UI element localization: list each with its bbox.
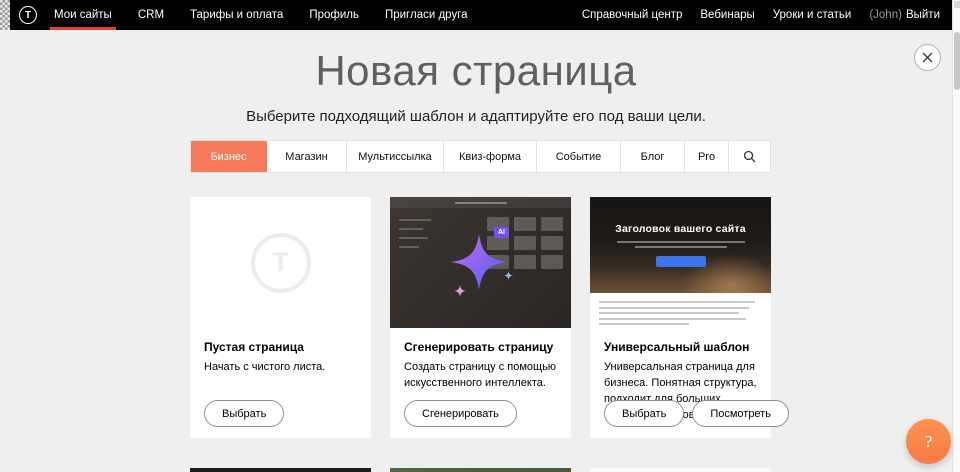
ai-preview-topbar: [390, 197, 571, 208]
logout-label: Выйти: [906, 9, 940, 21]
card-buttons: Выбрать: [204, 400, 284, 427]
app-root: T Мои сайты CRM Тарифы и оплата Профиль …: [0, 0, 960, 472]
tab-store[interactable]: Магазин: [267, 141, 347, 172]
nav-webinars[interactable]: Вебинары: [698, 9, 756, 21]
universal-preview-text: [590, 293, 771, 325]
card-title: Сгенерировать страницу: [404, 340, 557, 354]
preview-subtext-line: [617, 241, 745, 243]
tilda-logo-letter: T: [25, 10, 31, 21]
blank-preview: T: [190, 197, 371, 328]
scrollbar-up-button[interactable]: [954, 1, 960, 8]
card-buttons: Сгенерировать: [404, 400, 517, 427]
topbar: T Мои сайты CRM Тарифы и оплата Профиль …: [10, 0, 952, 30]
template-card-next[interactable]: [190, 468, 371, 472]
nav-profile[interactable]: Профиль: [305, 0, 363, 30]
scrollbar-track[interactable]: [952, 0, 960, 472]
next-template-row: [190, 468, 771, 472]
topbar-right-nav: Справочный центр Вебинары Уроки и статьи…: [580, 9, 942, 21]
scrollbar-thumb[interactable]: [954, 32, 960, 90]
universal-preview: Заголовок вашего сайта: [590, 197, 771, 328]
tab-pro[interactable]: Pro: [685, 141, 729, 172]
preview-cta-button: [656, 256, 706, 267]
card-body: Сгенерировать страницу Создать страницу …: [390, 328, 571, 392]
ai-preview: AI: [390, 197, 571, 328]
universal-preview-hero: Заголовок вашего сайта: [590, 197, 771, 293]
view-universal-button[interactable]: Посмотреть: [692, 400, 789, 427]
tab-blog[interactable]: Блог: [621, 141, 685, 172]
nav-logout[interactable]: (John) Выйти: [867, 9, 942, 21]
help-button[interactable]: ?: [906, 419, 951, 464]
small-sparkle-icon: [504, 271, 513, 280]
nav-lessons[interactable]: Уроки и статьи: [771, 9, 854, 21]
nav-help-center[interactable]: Справочный центр: [580, 9, 685, 21]
card-description: Начать с чистого листа.: [204, 360, 357, 376]
nav-my-sites[interactable]: Мои сайты: [50, 0, 116, 30]
choose-universal-button[interactable]: Выбрать: [604, 400, 684, 427]
tilda-watermark-icon: T: [251, 233, 311, 293]
template-cards-row: T Пустая страница Начать с чистого листа…: [190, 197, 771, 438]
ai-sparkle-icon: [451, 234, 507, 290]
card-title: Универсальный шаблон: [604, 340, 757, 354]
nav-pricing[interactable]: Тарифы и оплата: [186, 0, 287, 30]
card-description: Создать страницу с помощью искусственног…: [404, 360, 557, 392]
small-sparkle-icon: [454, 285, 466, 297]
nav-crm[interactable]: CRM: [134, 0, 168, 30]
choose-blank-button[interactable]: Выбрать: [204, 400, 284, 427]
tilda-watermark-letter: T: [272, 247, 289, 278]
ai-preview-sidebar-lines: [399, 219, 431, 248]
account-name: (John): [869, 9, 902, 21]
tab-search[interactable]: [729, 141, 770, 172]
ai-badge: AI: [494, 227, 509, 238]
generate-button[interactable]: Сгенерировать: [404, 400, 517, 427]
template-card-generate[interactable]: AI Сгенерировать страницу Создать страни…: [390, 197, 571, 438]
card-buttons: Выбрать Посмотреть: [604, 400, 789, 427]
nav-invite-friend[interactable]: Пригласи друга: [381, 0, 472, 30]
preview-subtext-line: [635, 246, 727, 248]
card-body: Пустая страница Начать с чистого листа.: [190, 328, 371, 376]
search-icon: [743, 150, 756, 163]
preview-heading: Заголовок вашего сайта: [615, 223, 746, 235]
tab-quiz-form[interactable]: Квиз-форма: [444, 141, 537, 172]
template-card-next[interactable]: [390, 468, 571, 472]
tab-multilink[interactable]: Мультиссылка: [347, 141, 444, 172]
page-subtitle: Выберите подходящий шаблон и адаптируйте…: [0, 108, 952, 125]
tab-business[interactable]: Бизнес: [191, 141, 267, 172]
main-nav: Мои сайты CRM Тарифы и оплата Профиль Пр…: [50, 0, 472, 30]
tab-event[interactable]: Событие: [537, 141, 621, 172]
page-title: Новая страница: [0, 47, 952, 95]
template-card-next[interactable]: [590, 468, 771, 472]
template-category-tabs: Бизнес Магазин Мультиссылка Квиз-форма С…: [190, 140, 771, 173]
template-card-universal[interactable]: Заголовок вашего сайта Универсальный шаб…: [590, 197, 771, 438]
card-title: Пустая страница: [204, 340, 357, 354]
template-card-blank[interactable]: T Пустая страница Начать с чистого листа…: [190, 197, 371, 438]
tilda-logo-icon[interactable]: T: [19, 6, 37, 24]
corner-pattern: [0, 0, 10, 30]
